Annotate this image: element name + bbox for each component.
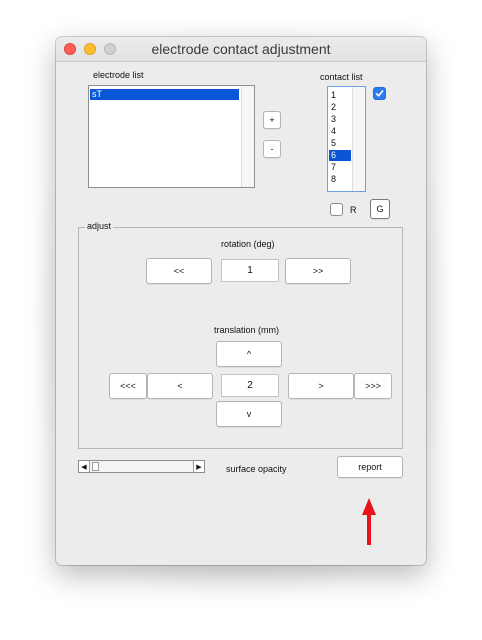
contact-item-4[interactable]: 4 <box>329 126 351 137</box>
rotate-right-button[interactable]: >> <box>285 258 351 284</box>
remove-electrode-button[interactable]: - <box>263 140 281 158</box>
electrode-list-item[interactable]: sT <box>90 89 239 100</box>
translate-left-button[interactable]: < <box>147 373 213 399</box>
electrode-list-label: electrode list <box>93 70 144 80</box>
rotate-left-button[interactable]: << <box>146 258 212 284</box>
rotation-label: rotation (deg) <box>221 239 275 249</box>
contact-item-2[interactable]: 2 <box>329 102 351 113</box>
contact-list-scrollbar[interactable] <box>352 87 365 191</box>
surface-opacity-label: surface opacity <box>226 464 287 474</box>
scroll-left-arrow-icon[interactable]: ◀ <box>79 461 90 472</box>
translate-far-right-button[interactable]: >>> <box>354 373 392 399</box>
contact-item-6[interactable]: 6 <box>329 150 351 161</box>
electrode-list-scrollbar[interactable] <box>241 86 254 187</box>
translate-right-button[interactable]: > <box>288 373 354 399</box>
adjust-panel: adjust rotation (deg) << 1 >> translatio… <box>78 221 403 449</box>
rotation-value-field[interactable]: 1 <box>221 259 279 282</box>
r-checkbox[interactable] <box>330 203 343 216</box>
red-up-arrow-icon <box>362 498 376 545</box>
add-electrode-button[interactable]: + <box>263 111 281 129</box>
translate-far-left-button[interactable]: <<< <box>109 373 147 399</box>
g-button[interactable]: G <box>370 199 390 219</box>
contact-list[interactable]: 1 2 3 4 5 6 7 8 <box>327 86 366 192</box>
electrode-list[interactable]: sT <box>88 85 255 188</box>
surface-opacity-slider[interactable]: ◀ ▶ <box>78 460 205 473</box>
report-button[interactable]: report <box>337 456 403 478</box>
contact-list-checkbox[interactable] <box>373 87 386 100</box>
window-title: electrode contact adjustment <box>151 41 331 57</box>
translation-label: translation (mm) <box>214 325 280 335</box>
translate-down-button[interactable]: v <box>216 401 282 427</box>
contact-list-label: contact list <box>320 72 363 82</box>
adjust-panel-title: adjust <box>85 221 114 231</box>
contact-item-8[interactable]: 8 <box>329 174 351 185</box>
contact-item-1[interactable]: 1 <box>329 90 351 101</box>
r-checkbox-label: R <box>350 205 357 215</box>
app-window: electrode contact adjustment electrode l… <box>56 37 426 565</box>
contact-item-7[interactable]: 7 <box>329 162 351 173</box>
title-bar: electrode contact adjustment <box>56 37 426 62</box>
translate-up-button[interactable]: ^ <box>216 341 282 367</box>
slider-thumb[interactable] <box>92 462 99 471</box>
contact-item-5[interactable]: 5 <box>329 138 351 149</box>
scroll-right-arrow-icon[interactable]: ▶ <box>193 461 204 472</box>
translation-value-field[interactable]: 2 <box>221 374 279 397</box>
contact-item-3[interactable]: 3 <box>329 114 351 125</box>
checkmark-icon <box>375 90 384 97</box>
